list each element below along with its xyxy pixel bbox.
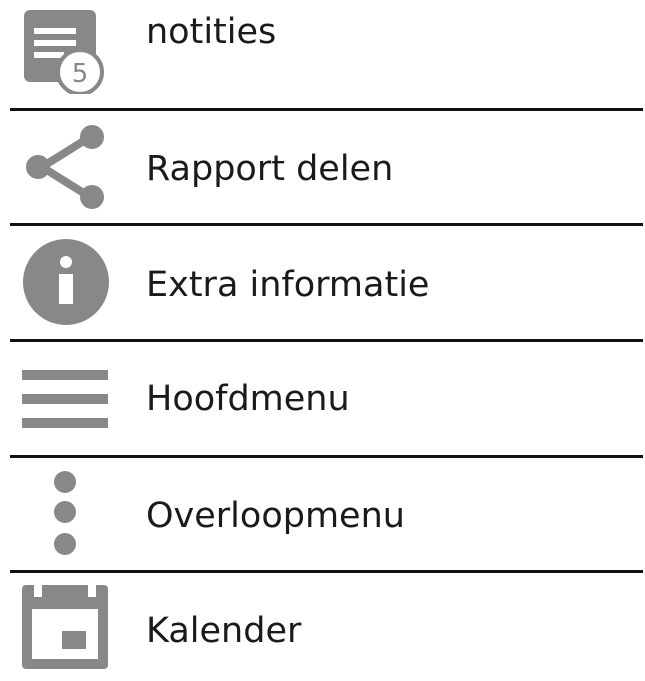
notes-icon: 5: [22, 6, 110, 94]
notes-badge-count: 5: [72, 59, 89, 89]
share-icon: [22, 123, 110, 211]
hamburger-menu-icon: [22, 356, 110, 444]
overflow-menu-icon: [22, 468, 110, 556]
menu-item-label: Hoofdmenu: [146, 379, 350, 419]
menu-item-label: Extra informatie: [146, 265, 430, 305]
menu-item-hoofdmenu[interactable]: Hoofdmenu: [0, 342, 645, 454]
info-icon: [22, 238, 110, 326]
menu-item-rapport-delen[interactable]: Rapport delen: [0, 111, 645, 223]
calendar-icon: [22, 583, 110, 671]
menu-item-overloopmenu[interactable]: Overloopmenu: [0, 458, 645, 570]
menu-item-label: Rapport delen: [146, 149, 394, 189]
menu-item-notities[interactable]: 5 notities: [0, 0, 645, 108]
menu-item-label: notities: [146, 12, 277, 52]
menu-item-kalender[interactable]: Kalender: [0, 573, 645, 681]
menu-item-extra-informatie[interactable]: Extra informatie: [0, 226, 645, 338]
menu-item-label: Kalender: [146, 611, 302, 651]
menu-item-label: Overloopmenu: [146, 496, 405, 536]
